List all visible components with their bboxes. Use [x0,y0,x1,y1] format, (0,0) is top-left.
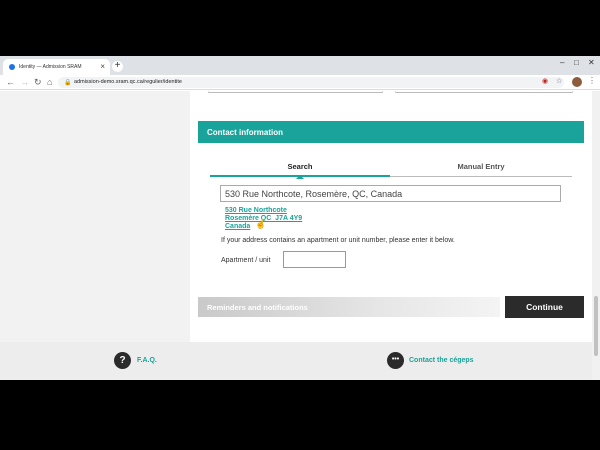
extension-icon[interactable]: ◉ [542,77,548,85]
reload-icon[interactable]: ↻ [34,76,42,88]
page-scrollbar[interactable] [592,91,600,380]
apartment-label: Apartment / unit [221,257,271,264]
avatar[interactable] [572,77,582,87]
question-icon[interactable]: ? [114,352,131,369]
page-content: Contact information Search Manual Entry … [0,91,600,380]
lock-icon: 🔒 [64,80,72,86]
close-tab-icon[interactable]: × [100,62,105,71]
tab-manual-entry[interactable]: Manual Entry [390,157,572,177]
browser-toolbar: ← → ↻ ⌂ 🔒 admission-demo.sram.qc.ca/regu… [0,75,600,90]
previous-field-edge [395,91,573,93]
browser-tab[interactable]: Identity — Admission SRAM × [3,59,110,75]
new-tab-button[interactable]: + [112,61,123,72]
scrollbar-thumb[interactable] [594,296,598,356]
window-close-icon[interactable]: ✕ [588,58,595,67]
footer: ? F.A.Q. ••• Contact the cégeps [0,342,592,380]
apartment-hint: If your address contains an apartment or… [221,237,455,244]
favicon-icon [9,64,15,70]
suggestion-line-country: Canada [225,223,251,230]
left-panel [0,91,190,342]
browser-window: Identity — Admission SRAM × + – □ ✕ ← → … [0,56,600,380]
tab-title: Identity — Admission SRAM [19,64,82,70]
active-tab-caret [296,175,304,179]
tab-search[interactable]: Search [210,157,390,179]
faq-link[interactable]: F.A.Q. [137,357,157,364]
continue-button[interactable]: Continue [505,296,584,318]
address-search-input[interactable]: 530 Rue Northcote, Rosemère, QC, Canada [220,185,561,202]
contact-cegeps-link[interactable]: Contact the cégeps [409,357,474,364]
minimize-icon[interactable]: – [560,58,564,67]
suggestion-line-city: Rosemère QC J7A 4Y9 [225,215,303,222]
chat-bubble-icon[interactable]: ••• [387,352,404,369]
back-icon[interactable]: ← [6,76,15,88]
previous-field-edge [208,91,383,93]
hand-cursor-icon: ☝ [255,219,267,229]
star-icon[interactable]: ☆ [556,77,562,85]
address-bar[interactable]: 🔒 admission-demo.sram.qc.ca/regulier/ide… [58,77,564,88]
maximize-icon[interactable]: □ [574,58,579,67]
tab-search-label: Search [287,162,313,171]
menu-icon[interactable]: ⋮ [588,76,596,85]
home-icon[interactable]: ⌂ [47,76,52,88]
contact-section-header: Contact information [198,121,584,143]
address-mode-tabs: Search Manual Entry [210,157,572,179]
address-suggestion-link[interactable]: 530 Rue Northcote Rosemère QC J7A 4Y9 Ca… [225,207,325,231]
reminders-section-header[interactable]: Reminders and notifications [198,297,500,317]
tab-strip: Identity — Admission SRAM × + – □ ✕ [0,56,600,75]
apartment-input[interactable] [283,251,346,268]
forward-icon[interactable]: → [20,76,29,88]
suggestion-line-street: 530 Rue Northcote [225,207,287,214]
tab-manual-entry-label: Manual Entry [457,162,505,171]
url-text: admission-demo.sram.qc.ca/regulier/ident… [74,79,182,85]
